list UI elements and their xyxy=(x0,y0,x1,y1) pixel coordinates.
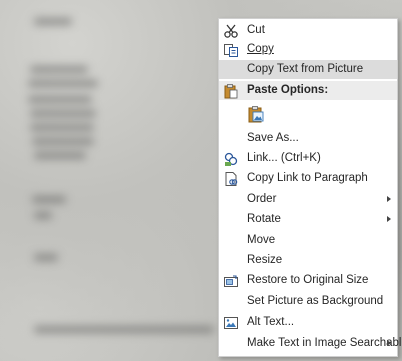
menu-item-copy-link-to-paragraph[interactable]: Copy Link to Paragraph xyxy=(219,169,397,188)
menu-item-label: Link... (Ctrl+K) xyxy=(247,152,321,164)
menu-item-rotate[interactable]: Rotate xyxy=(219,210,397,229)
menu-item-label: Move xyxy=(247,234,276,246)
menu-item-set-picture-as-background[interactable]: Set Picture as Background xyxy=(219,292,397,311)
menu-section-paste-options: Paste Options: xyxy=(219,81,397,100)
menu-item-label: Restore to Original Size xyxy=(247,274,369,286)
menu-item-label: Resize xyxy=(247,254,283,266)
menu-item-label: Save As... xyxy=(247,132,299,144)
menu-item-make-text-searchable[interactable]: Make Text in Image Searchable xyxy=(219,334,402,353)
paste-options-row xyxy=(219,102,397,126)
clipboard-icon xyxy=(223,83,239,99)
menu-item-label: Rotate xyxy=(247,213,281,225)
menu-item-label: Copy Text from Picture xyxy=(247,63,364,75)
menu-item-cut[interactable]: Cut xyxy=(219,21,397,40)
menu-item-order[interactable]: Order xyxy=(219,190,397,209)
submenu-arrow-icon xyxy=(387,196,391,202)
menu-item-label: Make Text in Image Searchable xyxy=(247,337,402,349)
context-menu: Cut Copy Copy Text from Picture Paste Op… xyxy=(218,18,402,357)
restore-size-icon xyxy=(223,273,239,289)
menu-item-label: Copy xyxy=(247,43,274,55)
menu-item-label: Copy Link to Paragraph xyxy=(247,172,368,184)
menu-item-label: Set Picture as Background xyxy=(247,295,384,307)
copy-icon xyxy=(223,42,239,58)
scissors-icon xyxy=(223,23,239,39)
alt-text-icon xyxy=(223,315,239,331)
menu-item-restore-to-original-size[interactable]: Restore to Original Size xyxy=(219,271,397,290)
menu-item-label: Paste Options: xyxy=(247,84,329,96)
menu-item-copy-text-from-picture[interactable]: Copy Text from Picture xyxy=(219,60,397,79)
menu-item-label: Alt Text... xyxy=(247,316,295,328)
menu-item-copy[interactable]: Copy xyxy=(219,40,397,59)
menu-item-link[interactable]: Link... (Ctrl+K) xyxy=(219,149,397,168)
menu-item-resize[interactable]: Resize xyxy=(219,251,397,270)
submenu-arrow-icon xyxy=(387,216,391,222)
menu-item-label: Cut xyxy=(247,24,265,36)
menu-item-alt-text[interactable]: Alt Text... xyxy=(219,313,397,332)
submenu-arrow-icon xyxy=(387,340,391,346)
menu-item-label: Order xyxy=(247,193,277,205)
menu-item-move[interactable]: Move xyxy=(219,231,397,250)
paste-picture-icon[interactable] xyxy=(247,105,265,123)
link-icon xyxy=(223,151,239,167)
menu-item-save-as[interactable]: Save As... xyxy=(219,129,397,148)
document-link-icon xyxy=(223,171,239,187)
